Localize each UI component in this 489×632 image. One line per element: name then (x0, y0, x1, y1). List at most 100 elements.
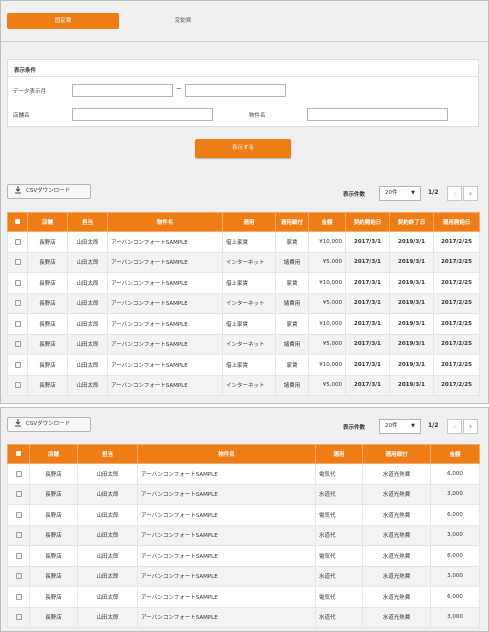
table-row[interactable]: 長野店 山田太郎 アーバンコンフォートSAMPLE インターネット 諸費用 ¥5,000 2… (7, 251, 480, 273)
property-input[interactable] (307, 108, 448, 121)
row-checkbox-cell (7, 272, 28, 294)
row-checkbox-cell (7, 524, 30, 546)
row-checkbox-cell (7, 565, 30, 587)
table-cell: インターネット (222, 374, 276, 396)
select-all-checkbox[interactable] (7, 444, 30, 464)
table-row[interactable]: 長野店 山田太郎 アーバンコンフォートSAMPLE 水道代 水道光熱費 3,000 (7, 565, 480, 587)
row-checkbox[interactable] (15, 491, 22, 497)
table-cell: インターネット (222, 292, 276, 314)
row-checkbox[interactable] (14, 341, 21, 347)
csv-download-button[interactable]: CSVダウンロード (7, 417, 91, 432)
row-checkbox[interactable] (14, 279, 21, 286)
row-checkbox[interactable] (14, 259, 21, 265)
table-cell: 長野店 (29, 565, 78, 587)
column-header: 適用 (315, 444, 363, 464)
table-cell: 山田太郎 (77, 504, 138, 526)
table-cell: 2017/3/1 (345, 374, 390, 396)
table-cell: 2017/2/25 (433, 272, 480, 294)
table-row[interactable]: 長野店 山田太郎 アーバンコンフォートSAMPLE 借上家賃 家賃 ¥10,000 2017… (7, 272, 480, 294)
prev-page-button[interactable]: ‹ (447, 186, 462, 201)
tab-fixed-cost[interactable]: 固定費 (7, 13, 119, 29)
table-cell: アーバンコンフォートSAMPLE (137, 483, 316, 505)
table-cell: 2019/3/1 (389, 292, 434, 314)
row-checkbox-cell (7, 483, 30, 505)
column-header: 物件名 (137, 444, 316, 464)
page-info: 1/2 (428, 189, 439, 196)
csv-download-button[interactable]: CSVダウンロード (7, 184, 91, 199)
row-checkbox[interactable] (14, 238, 21, 245)
table-row[interactable]: 長野店 山田太郎 アーバンコンフォートSAMPLE インターネット 諸費用 ¥5,000 2… (7, 374, 480, 396)
caret-down-icon: ▼ (411, 423, 415, 429)
row-checkbox[interactable] (15, 573, 22, 579)
table-row[interactable]: 長野店 山田太郎 アーバンコンフォートSAMPLE 電気代 水道光熱費 6,000 (7, 463, 480, 485)
column-header: 契約開始日 (345, 212, 390, 232)
table-cell: 2017/2/25 (433, 251, 480, 273)
table-row[interactable]: 長野店 山田太郎 アーバンコンフォートSAMPLE 電気代 水道光熱費 6,000 (7, 504, 480, 526)
table-cell: 長野店 (29, 545, 78, 567)
column-header: 物件名 (107, 212, 223, 232)
row-checkbox-cell (7, 586, 30, 608)
row-checkbox[interactable] (14, 320, 21, 327)
prev-page-button[interactable]: ‹ (447, 419, 462, 434)
table-cell: 2019/3/1 (389, 354, 434, 376)
table-row[interactable]: 長野店 山田太郎 アーバンコンフォートSAMPLE 電気代 水道光熱費 6,000 (7, 545, 480, 567)
tab-variable-cost[interactable]: 変動費 (127, 13, 239, 29)
row-checkbox-cell (7, 606, 30, 628)
table-cell: アーバンコンフォートSAMPLE (107, 313, 223, 335)
table-cell: 水道光熱費 (362, 606, 431, 628)
table-cell: 水道代 (315, 483, 363, 505)
table-cell: 長野店 (29, 483, 78, 505)
table-row[interactable]: 長野店 山田太郎 アーバンコンフォートSAMPLE 借上家賃 家賃 ¥10,000 2017… (7, 313, 480, 335)
table-row[interactable]: 長野店 山田太郎 アーバンコンフォートSAMPLE インターネット 諸費用 ¥5,000 2… (7, 333, 480, 355)
row-checkbox[interactable] (15, 552, 22, 559)
date-from-input[interactable] (72, 84, 173, 97)
table-cell: 水道光熱費 (362, 483, 431, 505)
row-checkbox-cell (7, 374, 28, 396)
next-page-button[interactable]: › (463, 186, 478, 201)
table-cell: 諸費用 (275, 292, 309, 314)
table-cell: 3,000 (430, 524, 480, 546)
table-cell: 山田太郎 (77, 545, 138, 567)
row-checkbox[interactable] (14, 300, 21, 306)
row-checkbox[interactable] (15, 532, 22, 538)
row-checkbox-cell (7, 292, 28, 314)
store-input[interactable] (72, 108, 213, 121)
table-cell: 諸費用 (275, 374, 309, 396)
next-page-button[interactable]: › (463, 419, 478, 434)
caret-down-icon: ▼ (411, 190, 415, 196)
per-page-select[interactable]: 20件 ▼ (379, 419, 421, 434)
table-cell: 電気代 (315, 504, 363, 526)
divider (1, 41, 488, 42)
row-checkbox[interactable] (15, 470, 22, 477)
table-cell: 2017/2/25 (433, 333, 480, 355)
table-row[interactable]: 長野店 山田太郎 アーバンコンフォートSAMPLE 借上家賃 家賃 ¥10,000 2017… (7, 231, 480, 253)
table-row[interactable]: 長野店 山田太郎 アーバンコンフォートSAMPLE 水道代 水道光熱費 3,000 (7, 483, 480, 505)
chevron-right-icon: › (468, 189, 473, 198)
row-checkbox[interactable] (15, 593, 22, 600)
per-page-select[interactable]: 20件 ▼ (379, 186, 421, 201)
table-cell: アーバンコンフォートSAMPLE (107, 292, 223, 314)
row-checkbox[interactable] (15, 614, 22, 620)
row-checkbox[interactable] (15, 511, 22, 518)
table-row[interactable]: 長野店 山田太郎 アーバンコンフォートSAMPLE インターネット 諸費用 ¥5,000 2… (7, 292, 480, 314)
search-button[interactable]: 表示する (195, 139, 291, 158)
table-row[interactable]: 長野店 山田太郎 アーバンコンフォートSAMPLE 水道代 水道光熱費 3,000 (7, 606, 480, 628)
table-cell: アーバンコンフォートSAMPLE (137, 463, 316, 485)
select-all-checkbox[interactable] (7, 212, 28, 232)
table-cell: ¥5,000 (308, 251, 346, 273)
table-cell: 2017/2/25 (433, 231, 480, 253)
table-cell: 水道光熱費 (362, 545, 431, 567)
page-info: 1/2 (428, 422, 439, 429)
table-cell: 2019/3/1 (389, 231, 434, 253)
range-separator: ~ (176, 85, 182, 93)
table-header-row: 店舗 担当 物件名 適用 適用細付 金額 契約開始日 契約終了日 運用開始日 (7, 212, 480, 232)
table-cell: 山田太郎 (67, 251, 108, 273)
table-cell: 長野店 (27, 292, 68, 314)
table-row[interactable]: 長野店 山田太郎 アーバンコンフォートSAMPLE 水道代 水道光熱費 3,000 (7, 524, 480, 546)
row-checkbox[interactable] (14, 382, 21, 388)
date-to-input[interactable] (185, 84, 286, 97)
column-header: 運用開始日 (433, 212, 480, 232)
table-row[interactable]: 長野店 山田太郎 アーバンコンフォートSAMPLE 借上家賃 家賃 ¥10,000 2017… (7, 354, 480, 376)
table-row[interactable]: 長野店 山田太郎 アーバンコンフォートSAMPLE 電気代 水道光熱費 6,000 (7, 586, 480, 608)
row-checkbox[interactable] (14, 361, 21, 368)
